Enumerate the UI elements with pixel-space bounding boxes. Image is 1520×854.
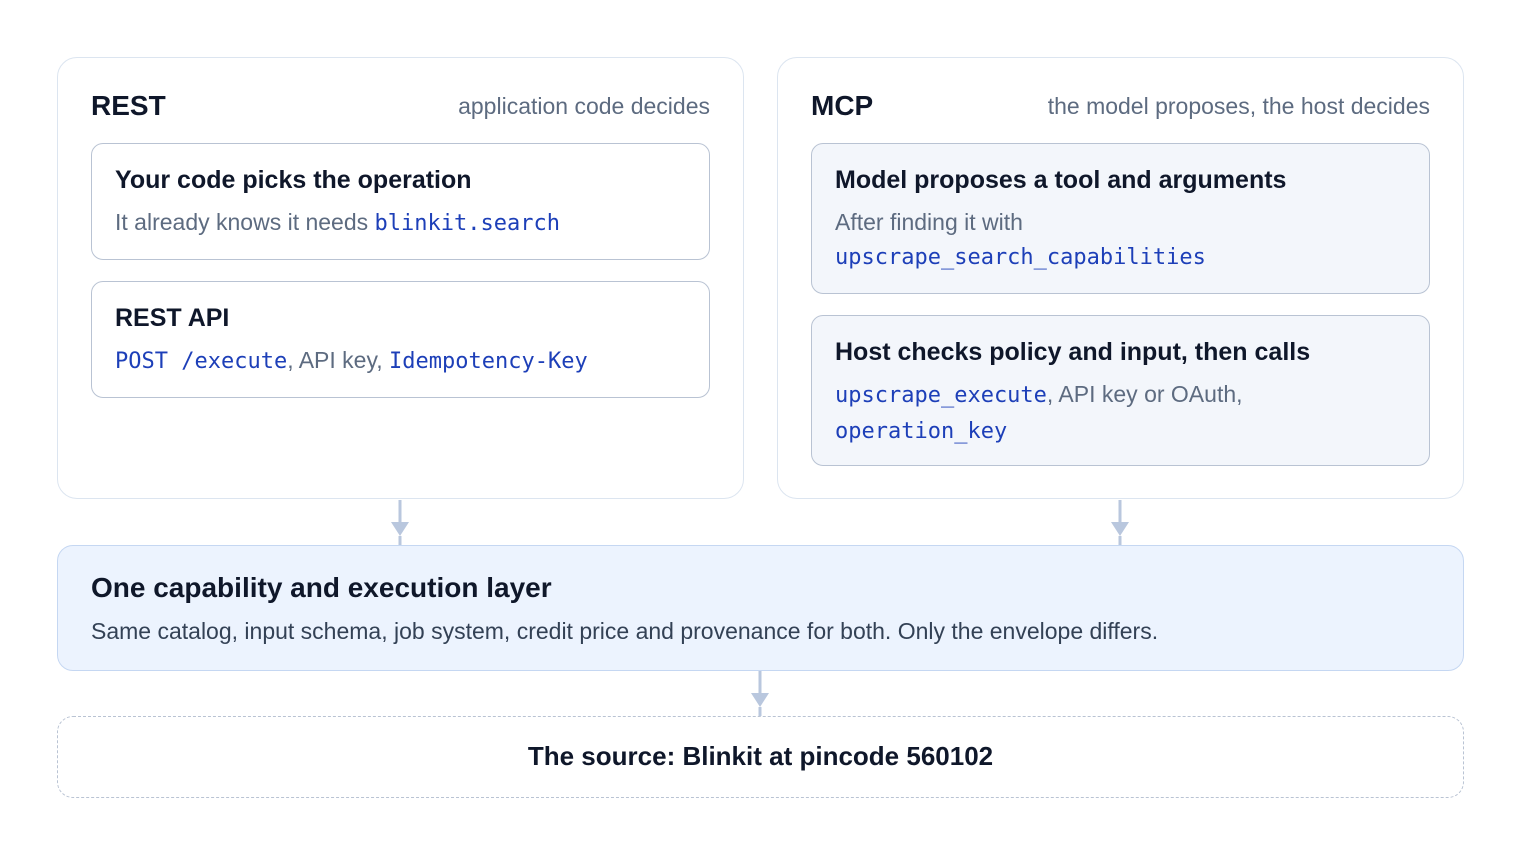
mcp-card-propose: Model proposes a tool and arguments Afte…	[811, 143, 1430, 294]
mcp-card-host-body: upscrape_execute, API key or OAuth, opera…	[835, 377, 1406, 449]
mcp-card-host-title: Host checks policy and input, then calls	[835, 338, 1311, 366]
mcp-panel: MCP the model proposes, the host decides…	[777, 57, 1464, 499]
execution-layer-title: One capability and execution layer	[91, 572, 552, 603]
source-label: The source: Blinkit at pincode 560102	[527, 741, 994, 771]
rest-panel: REST application code decides Your code …	[57, 57, 744, 499]
mcp-execute-code: upscrape_execute	[835, 383, 1047, 408]
rest-endpoint-code: POST /execute	[115, 349, 288, 374]
mcp-card-host: Host checks policy and input, then calls…	[811, 315, 1430, 466]
source-box: The source: Blinkit at pincode 560102	[57, 716, 1464, 798]
mcp-card-host-text: , API key or OAuth,	[1046, 381, 1243, 407]
mcp-card-propose-body: After finding it with upscrape_search_cap…	[835, 205, 1406, 275]
rest-title: REST	[91, 90, 166, 121]
mcp-operation-key-code: operation_key	[835, 419, 1008, 444]
mcp-card-propose-title: Model proposes a tool and arguments	[835, 166, 1287, 194]
mcp-card-propose-text: After finding it with	[835, 209, 1023, 235]
rest-card-api-title: REST API	[115, 304, 230, 332]
rest-card-api-text: , API key,	[287, 347, 390, 373]
rest-card-operation-title: Your code picks the operation	[115, 166, 472, 194]
rest-card-operation-body: It already knows it needs blinkit.search	[115, 205, 686, 241]
rest-card-api: REST API POST /execute, API key, Idempot…	[91, 281, 710, 398]
rest-caption: application code decides	[458, 93, 710, 119]
execution-layer-description: Same catalog, input schema, job system, …	[91, 618, 1159, 644]
rest-operation-code: blinkit.search	[374, 211, 560, 236]
rest-card-api-body: POST /execute, API key, Idempotency-Key	[115, 343, 686, 379]
mcp-search-code: upscrape_search_capabilities	[835, 245, 1206, 270]
mcp-title: MCP	[811, 90, 874, 121]
rest-card-operation: Your code picks the operation It already…	[91, 143, 710, 260]
rest-idempotency-code: Idempotency-Key	[389, 349, 588, 374]
execution-layer: One capability and execution layer Same …	[57, 545, 1464, 671]
rest-card-operation-text: It already knows it needs	[115, 209, 375, 235]
mcp-caption: the model proposes, the host decides	[1047, 93, 1430, 119]
